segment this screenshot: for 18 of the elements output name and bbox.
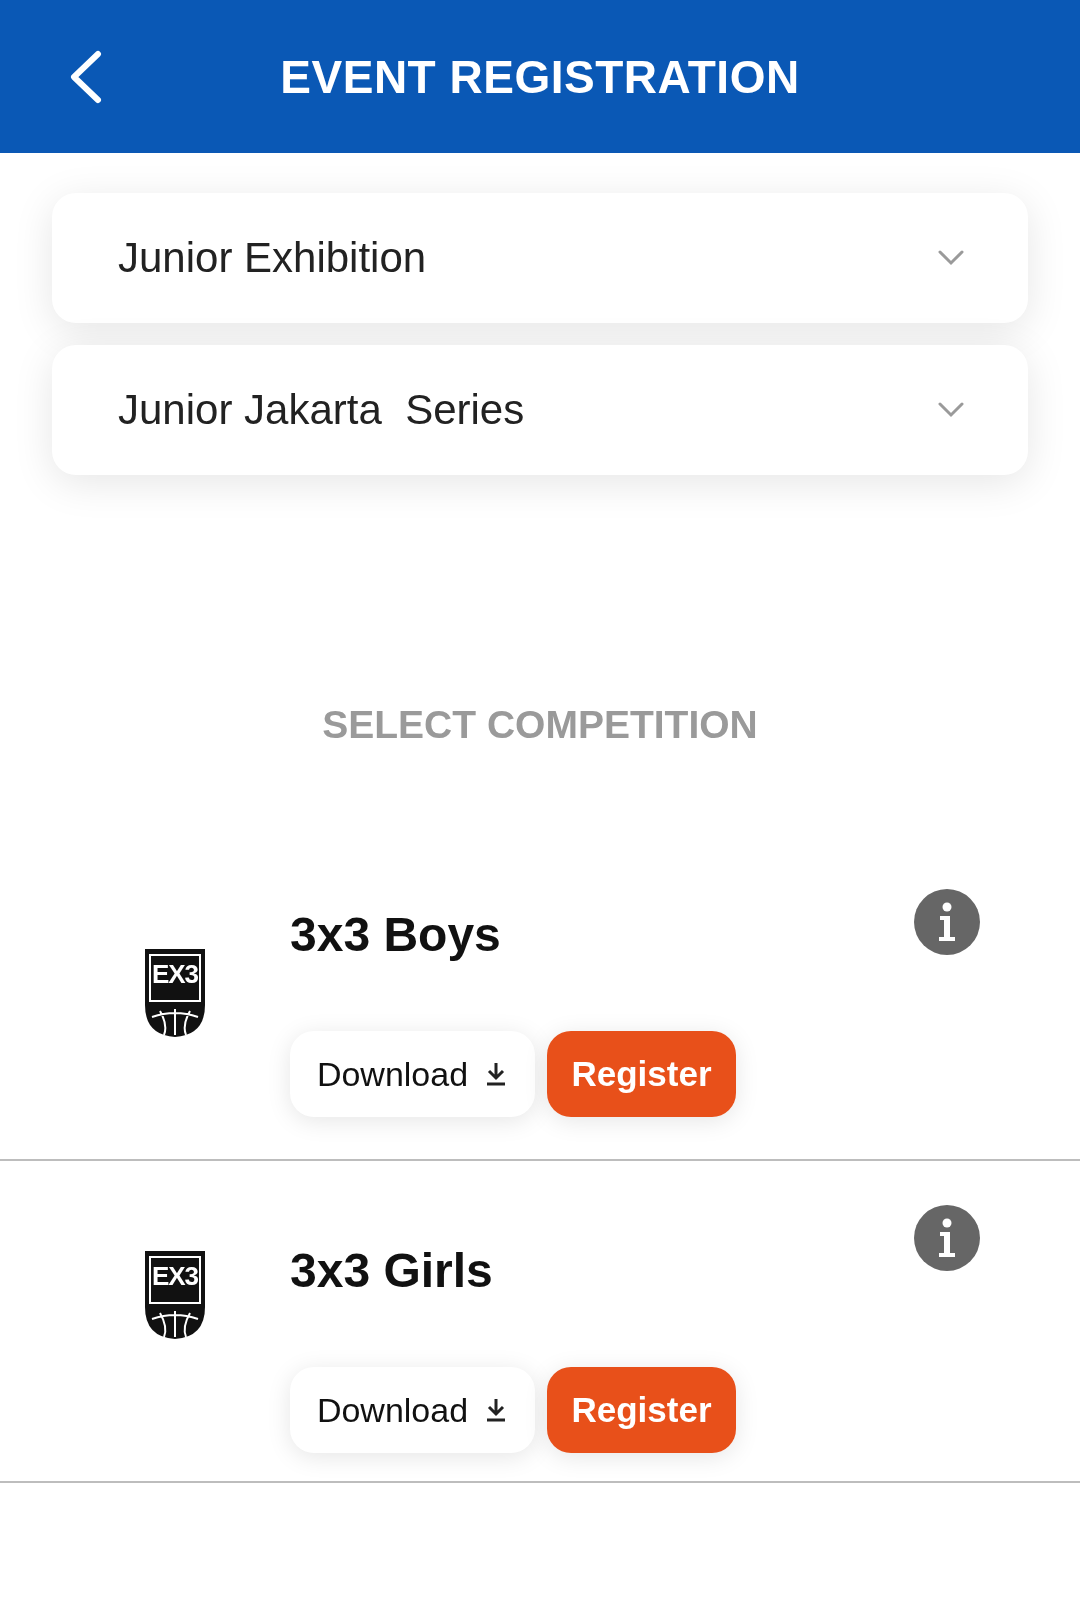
download-button[interactable]: Download (290, 1367, 535, 1453)
info-icon[interactable] (914, 889, 980, 955)
register-button[interactable]: Register (547, 1031, 736, 1117)
competition-name: 3x3 Girls (290, 1243, 494, 1299)
competition-logo: EX3 (142, 947, 208, 1039)
event-dropdown[interactable]: Junior Jakarta Series (52, 345, 1028, 475)
event-name: Junior Jakarta Series (118, 386, 525, 434)
chevron-down-icon (938, 402, 964, 418)
info-icon[interactable] (914, 1205, 980, 1271)
competition-logo: EX3 (142, 1249, 208, 1341)
event-dropdown[interactable]: Junior Exhibition (52, 193, 1028, 323)
event-name: Junior Exhibition (118, 234, 427, 282)
download-button[interactable]: Download (290, 1031, 535, 1117)
section-title: SELECT COMPETITION (321, 703, 759, 747)
register-button[interactable]: Register (547, 1367, 736, 1453)
competition-name: 3x3 Boys (290, 907, 502, 963)
page-title: EVENT REGISTRATION (280, 49, 800, 104)
chevron-down-icon (938, 250, 964, 266)
